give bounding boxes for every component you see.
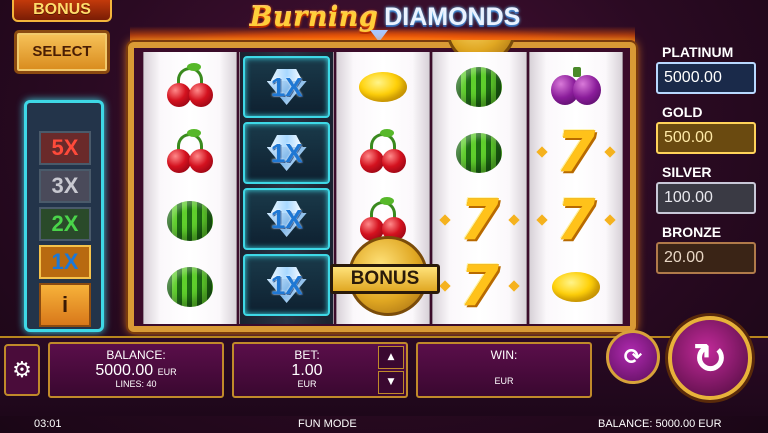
jackpot-gold-value: 500.00 [656,122,756,154]
bonus-coin-symbol: BONUS [330,236,440,318]
seven-symbol: 7 [433,254,525,320]
lemon-symbol [337,54,429,120]
diamond-multiplier-label: 1X [270,137,303,168]
fun-mode-label: FUN MODE [298,418,357,430]
jackpot-bronze-label: BRONZE [662,224,722,240]
plum-symbol [530,54,622,120]
bet-panel: BET: 1.00 EUR ▲ ▼ [232,342,408,398]
seven-label: 7 [556,120,596,185]
seven-symbol: 7 [530,188,622,254]
reel-4: 7 7 [432,52,527,324]
seven-label: 7 [556,188,596,253]
balance-amount: 5000.00 [95,362,154,379]
watermelon-symbol [433,120,525,186]
seven-symbol: 7 [530,120,622,186]
reel-2: 1X 1X 1X 1X [239,52,334,324]
diamond-multiplier-symbol: 1X [243,254,330,316]
bet-value: 1.00 [291,362,323,379]
jackpot-bronze-value: 20.00 [656,242,756,274]
seven-label: 7 [459,188,499,253]
diamond-multiplier-label: 1X [270,269,303,300]
bet-decrease-button[interactable]: ▼ [378,371,404,394]
jackpot-silver-label: SILVER [662,164,712,180]
multiplier-5x: 5X [39,131,91,165]
bonus-symbol-label: BONUS [330,264,440,294]
watermelon-symbol [144,254,236,320]
spin-button[interactable]: ↻ [668,316,752,400]
bonus-tag: BONUS [12,0,112,22]
settings-button[interactable]: ⚙ [4,344,40,396]
select-button[interactable]: SELECT [14,30,110,74]
autoplay-icon: ⟳ [623,344,643,370]
lemon-symbol [530,254,622,320]
reel-5: 7 7 [528,52,624,324]
jackpot-platinum-label: PLATINUM [662,44,734,60]
diamond-multiplier-symbol: 1X [243,188,330,250]
win-panel: WIN: EUR [416,342,592,398]
balance-title: BALANCE: [106,348,166,362]
watermelon-symbol [433,54,525,120]
multiplier-ladder: 5X 3X 2X 1X i [24,100,104,332]
cherry-symbol [144,54,236,120]
multiplier-1x: 1X [39,245,91,279]
autoplay-button[interactable]: ⟳ [606,330,660,384]
jackpot-silver-value: 100.00 [656,182,756,214]
balance-currency: EUR [157,367,177,377]
cherry-symbol [337,120,429,186]
multiplier-2x: 2X [39,207,91,241]
bet-stepper: ▲ ▼ [378,346,404,394]
game-logo: Burning DIAMONDS [230,0,540,34]
logo-diamond-icon [370,30,388,42]
bet-currency: EUR [297,379,317,389]
lines-count: LINES: 40 [115,379,157,389]
logo-word-burning: Burning [249,1,379,33]
status-balance: BALANCE: 5000.00 EUR [598,418,722,430]
seven-symbol: 7 [433,188,525,254]
balance-value: 5000.00 EUR [50,362,222,379]
win-currency: EUR [494,376,514,386]
logo-word-diamonds: DIAMONDS [384,2,521,31]
jackpot-gold-label: GOLD [662,104,703,120]
diamond-multiplier-symbol: 1X [243,56,330,118]
diamond-multiplier-label: 1X [270,71,303,102]
gear-icon: ⚙ [12,357,32,383]
clock-time: 03:01 [34,418,62,430]
multiplier-3x: 3X [39,169,91,203]
spin-icon: ↻ [692,333,728,383]
jackpot-platinum-value: 5000.00 [656,62,756,94]
bet-increase-button[interactable]: ▲ [378,346,404,369]
cherry-symbol [144,120,236,186]
seven-label: 7 [459,254,499,319]
reel-1 [143,52,238,324]
watermelon-symbol [144,188,236,254]
bet-title: BET: [294,348,320,362]
balance-panel: BALANCE: 5000.00 EUR LINES: 40 [48,342,224,398]
win-title: WIN: [490,348,518,362]
diamond-multiplier-label: 1X [270,203,303,234]
diamond-multiplier-symbol: 1X [243,122,330,184]
info-button[interactable]: i [39,283,91,327]
